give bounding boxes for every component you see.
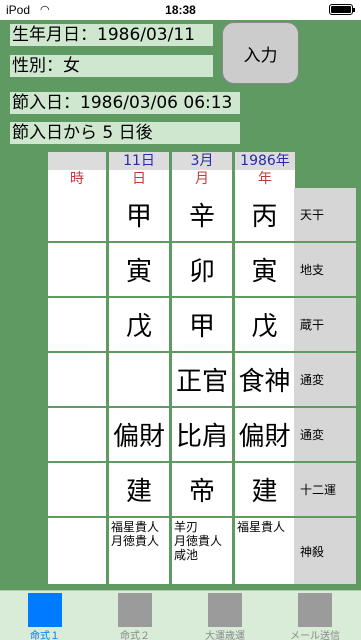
- input-button[interactable]: 入力: [222, 22, 299, 84]
- branch-month: 卯: [172, 243, 232, 296]
- stem-month: 辛: [172, 188, 232, 241]
- tab-label: 大運歳運: [205, 631, 245, 640]
- junun-month: 帝: [172, 463, 232, 516]
- hidden-stem-month: 甲: [172, 298, 232, 351]
- stem-day: 甲: [109, 188, 169, 241]
- tab-mail-send[interactable]: メール送信: [270, 591, 360, 640]
- row-label-chishi: 地支: [294, 243, 356, 296]
- shinsatsu-month-item: 咸池: [174, 548, 199, 562]
- clock: 18:38: [165, 3, 196, 17]
- hidden-stem-day: 戊: [109, 298, 169, 351]
- shinsatsu-year-item: 福星貴人: [237, 520, 286, 534]
- header-month: 月: [172, 170, 232, 188]
- setsu-after-field: 節入日から 5 日後: [10, 122, 240, 144]
- shinsatsu-day-item: 福星貴人: [111, 520, 160, 534]
- row-label-juniun: 十二運: [294, 463, 356, 516]
- tsuhen1-month: 正官: [172, 353, 232, 406]
- junun-year: 建: [235, 463, 294, 516]
- shinsatsu-day-item: 月徳貴人: [111, 534, 160, 548]
- header-day: 日: [109, 170, 169, 188]
- row-label-tsuhen-1: 通変: [294, 353, 356, 406]
- junun-hour: [48, 463, 106, 516]
- tab-icon: [208, 593, 242, 627]
- stem-year: 丙: [235, 188, 294, 241]
- row-label-tenkan: 天干: [294, 188, 356, 241]
- row-label-shinsatsu: 神殺: [294, 518, 356, 584]
- tab-icon: [28, 593, 62, 627]
- tsuhen2-hour: [48, 408, 106, 461]
- header-hour-top: [48, 152, 106, 170]
- shinsatsu-month-item: 月徳貴人: [174, 534, 223, 548]
- gender-field: 性別：女: [10, 55, 213, 77]
- tsuhen1-day: [109, 353, 169, 406]
- branch-year: 寅: [235, 243, 294, 296]
- row-label-zoukan: 蔵干: [294, 298, 356, 351]
- tsuhen2-day: 偏財: [109, 408, 169, 461]
- tsuhen1-year: 食神: [235, 353, 294, 406]
- tsuhen2-month: 比肩: [172, 408, 232, 461]
- tab-meishiki-2[interactable]: 命式２: [90, 591, 180, 640]
- tab-icon: [118, 593, 152, 627]
- shinsatsu-month-item: 羊刃: [174, 520, 199, 534]
- row-label-tsuhen-2: 通変: [294, 408, 356, 461]
- stem-hour: [48, 188, 106, 241]
- tsuhen2-year: 偏財: [235, 408, 294, 461]
- tab-taiun-saiun[interactable]: 大運歳運: [180, 591, 270, 640]
- junun-day: 建: [109, 463, 169, 516]
- shinsatsu-year: 福星貴人: [235, 518, 294, 584]
- shinsatsu-hour: [48, 518, 106, 584]
- hidden-stem-hour: [48, 298, 106, 351]
- shinsatsu-month: 羊刃 月徳貴人 咸池: [172, 518, 232, 584]
- tab-meishiki-1[interactable]: 命式１: [0, 591, 90, 640]
- header-hour: 時: [48, 170, 106, 188]
- tab-bar: 命式１ 命式２ 大運歳運 メール送信: [0, 590, 361, 640]
- header-month-date: 3月: [172, 152, 232, 170]
- battery-icon: [329, 4, 355, 15]
- branch-day: 寅: [109, 243, 169, 296]
- tab-label: メール送信: [290, 631, 340, 640]
- birthdate-field: 生年月日：1986/03/11: [10, 24, 213, 46]
- header-year: 年: [235, 170, 295, 188]
- hidden-stem-year: 戊: [235, 298, 294, 351]
- tab-label: 命式２: [120, 631, 150, 640]
- branch-hour: [48, 243, 106, 296]
- header-year-date: 1986年: [235, 152, 295, 170]
- setsu-day-field: 節入日：1986/03/06 06:13: [10, 92, 240, 114]
- tab-icon: [298, 593, 332, 627]
- tab-label: 命式１: [30, 631, 60, 640]
- tsuhen1-hour: [48, 353, 106, 406]
- shinsatsu-day: 福星貴人 月徳貴人: [109, 518, 169, 584]
- header-day-date: 11日: [109, 152, 169, 170]
- status-bar: iPod ◠ 18:38: [0, 0, 361, 20]
